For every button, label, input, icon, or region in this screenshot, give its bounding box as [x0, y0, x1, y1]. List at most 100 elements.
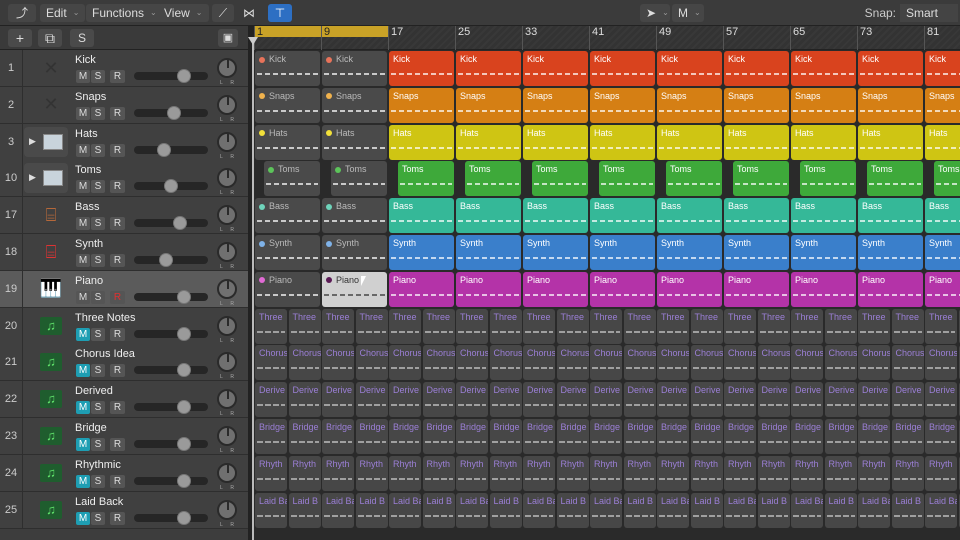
midi-region[interactable]: Toms	[532, 161, 588, 197]
track-name[interactable]: Chorus Idea	[75, 348, 135, 360]
midi-region[interactable]: Toms	[398, 161, 454, 197]
midi-region[interactable]: Hats	[858, 124, 923, 160]
midi-region[interactable]: Chorus	[288, 345, 321, 381]
midi-region[interactable]: Chorus	[523, 345, 555, 381]
solo-button[interactable]: S	[91, 70, 105, 83]
track-header[interactable]: 10 ▶ Toms M S R LR	[0, 160, 248, 198]
midi-region[interactable]: Hats	[657, 124, 722, 160]
midi-region[interactable]: Three	[757, 308, 790, 344]
fader-knob[interactable]	[177, 473, 192, 488]
midi-region[interactable]: Bridge	[858, 419, 890, 454]
midi-region[interactable]: Three	[255, 308, 287, 344]
arrange-area[interactable]: Kick Kick Kick Kick Kick Kick Kick Kick Kick Kick…	[254, 50, 960, 540]
midi-region[interactable]: Three	[288, 308, 321, 344]
midi-region[interactable]: Chorus	[456, 345, 488, 381]
midi-region[interactable]: Rhyth	[556, 455, 589, 491]
midi-region[interactable]: Laid Ba	[456, 492, 488, 528]
midi-region[interactable]: Rhyth	[288, 455, 321, 491]
midi-region[interactable]: Rhyth	[824, 455, 857, 491]
add-track-button[interactable]: +	[8, 29, 32, 47]
midi-region[interactable]: Snaps	[456, 87, 521, 123]
track-header[interactable]: 1 ✕ Kick M S R LR	[0, 50, 248, 87]
track-name[interactable]: Toms	[75, 164, 101, 176]
fader-knob[interactable]	[173, 216, 187, 231]
mute-button[interactable]: M	[76, 70, 90, 83]
midi-region[interactable]: Bridge	[255, 419, 287, 454]
solo-button[interactable]: S	[91, 327, 105, 341]
midi-region[interactable]: Bridge	[657, 419, 689, 454]
midi-region[interactable]: Derive	[858, 382, 890, 418]
midi-region[interactable]: Bridge	[355, 419, 388, 454]
midi-region[interactable]: Derive	[824, 382, 857, 418]
midi-region[interactable]: Synth	[389, 235, 454, 270]
record-enable-button[interactable]: R	[110, 70, 125, 83]
pan-knob[interactable]	[217, 315, 237, 336]
volume-fader[interactable]	[134, 437, 208, 451]
midi-region[interactable]: Hats	[724, 124, 789, 160]
midi-region[interactable]: Rhyth	[523, 455, 555, 491]
midi-region[interactable]: Synth	[322, 235, 387, 270]
track-name[interactable]: Bridge	[75, 422, 107, 434]
midi-region[interactable]: Chorus	[389, 345, 421, 381]
mute-button[interactable]: M	[76, 290, 90, 304]
track-name[interactable]: Derived	[75, 385, 113, 397]
snap-select[interactable]: Smart	[900, 4, 958, 22]
flex-button[interactable]: ⋈	[238, 4, 260, 22]
midi-region[interactable]: Kick	[255, 51, 320, 86]
pan-knob[interactable]	[217, 58, 237, 78]
midi-region[interactable]: Rhyth	[456, 455, 488, 491]
midi-region[interactable]: Snaps	[523, 87, 588, 123]
midi-region[interactable]: Bridge	[322, 419, 354, 454]
midi-region[interactable]: Hats	[925, 124, 960, 160]
midi-region[interactable]: Snaps	[791, 87, 856, 123]
midi-region[interactable]: Toms	[733, 161, 789, 197]
midi-region[interactable]: Toms	[331, 161, 387, 197]
solo-button[interactable]: S	[91, 474, 105, 488]
midi-region[interactable]: Chorus	[925, 345, 957, 381]
midi-region[interactable]: Bass	[657, 198, 722, 234]
midi-region[interactable]: Derive	[288, 382, 321, 418]
midi-region[interactable]: Three	[690, 308, 723, 344]
midi-region[interactable]: Bridge	[757, 419, 790, 454]
fader-knob[interactable]	[177, 289, 192, 304]
midi-region[interactable]: Toms	[867, 161, 923, 197]
volume-fader[interactable]	[134, 105, 208, 120]
fader-knob[interactable]	[177, 510, 192, 525]
midi-region[interactable]: Three	[355, 308, 388, 344]
midi-region[interactable]: Bridge	[389, 419, 421, 454]
midi-region[interactable]: Three	[791, 308, 823, 344]
midi-region[interactable]: Three	[489, 308, 522, 344]
track-icon[interactable]: ▶	[24, 126, 68, 157]
midi-region[interactable]: Hats	[456, 124, 521, 160]
midi-region[interactable]: Laid B	[355, 492, 388, 528]
midi-region[interactable]: Three	[422, 308, 455, 344]
midi-region[interactable]: Derive	[389, 382, 421, 418]
midi-region[interactable]: Rhyth	[757, 455, 790, 491]
duplicate-track-button[interactable]: ⧉	[38, 29, 62, 47]
volume-fader[interactable]	[134, 510, 208, 525]
midi-region[interactable]: Laid Ba	[322, 492, 354, 528]
midi-region[interactable]: Rhyth	[389, 455, 421, 491]
record-enable-button[interactable]: R	[110, 511, 125, 525]
pointer-tool-menu[interactable]: ➤ ⌄	[640, 4, 670, 22]
midi-region[interactable]: Bridge	[456, 419, 488, 454]
midi-region[interactable]: Chorus	[858, 345, 890, 381]
record-enable-button[interactable]: R	[110, 290, 125, 304]
mute-button[interactable]: M	[76, 217, 90, 231]
midi-region[interactable]: Toms	[800, 161, 856, 197]
midi-region[interactable]: Rhyth	[255, 455, 287, 491]
midi-region[interactable]: Three	[389, 308, 421, 344]
midi-region[interactable]: Laid B	[288, 492, 321, 528]
solo-button[interactable]: S	[91, 290, 105, 304]
midi-region[interactable]: Hats	[523, 124, 588, 160]
record-enable-button[interactable]: R	[110, 474, 125, 488]
midi-region[interactable]: Rhyth	[355, 455, 388, 491]
midi-region[interactable]: Bass	[456, 198, 521, 234]
midi-region[interactable]: Chorus	[422, 345, 455, 381]
midi-region[interactable]: Bridge	[925, 419, 957, 454]
midi-region[interactable]: Three	[724, 308, 756, 344]
midi-region[interactable]: Three	[891, 308, 924, 344]
midi-region[interactable]: Laid B	[891, 492, 924, 528]
track-header[interactable]: 3 ▶ Hats M S R LR	[0, 123, 248, 161]
midi-region[interactable]: Piano	[389, 271, 454, 307]
